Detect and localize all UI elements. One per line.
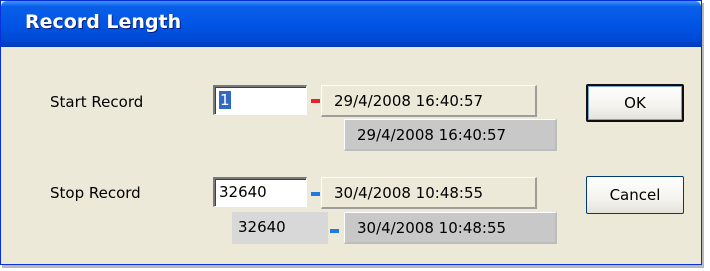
stop-record-secondary-value: 32640 — [232, 212, 328, 244]
start-record-label: Start Record — [50, 93, 144, 111]
start-datetime-secondary: 29/4/2008 16:40:57 — [344, 119, 557, 151]
start-record-input[interactable]: 1 — [213, 85, 307, 115]
ok-button[interactable]: OK — [586, 84, 684, 122]
stop-record-label: Stop Record — [50, 184, 141, 202]
title-bar[interactable]: Record Length — [1, 1, 701, 47]
stop-datetime-secondary: 30/4/2008 10:48:55 — [344, 212, 557, 244]
start-datetime-primary: 29/4/2008 16:40:57 — [321, 85, 537, 117]
stop-dash-marker — [311, 192, 320, 196]
stop-dash-marker-secondary — [330, 229, 339, 233]
record-length-dialog: Record Length Start Record 1 29/4/2008 1… — [0, 0, 702, 265]
cancel-button[interactable]: Cancel — [586, 176, 684, 214]
stop-datetime-primary: 30/4/2008 10:48:55 — [321, 177, 537, 209]
stop-record-input-value: 32640 — [219, 183, 267, 201]
stop-record-input[interactable]: 32640 — [213, 177, 307, 207]
dialog-title: Record Length — [25, 11, 182, 33]
start-dash-marker — [311, 99, 320, 103]
start-record-input-value: 1 — [219, 91, 231, 109]
